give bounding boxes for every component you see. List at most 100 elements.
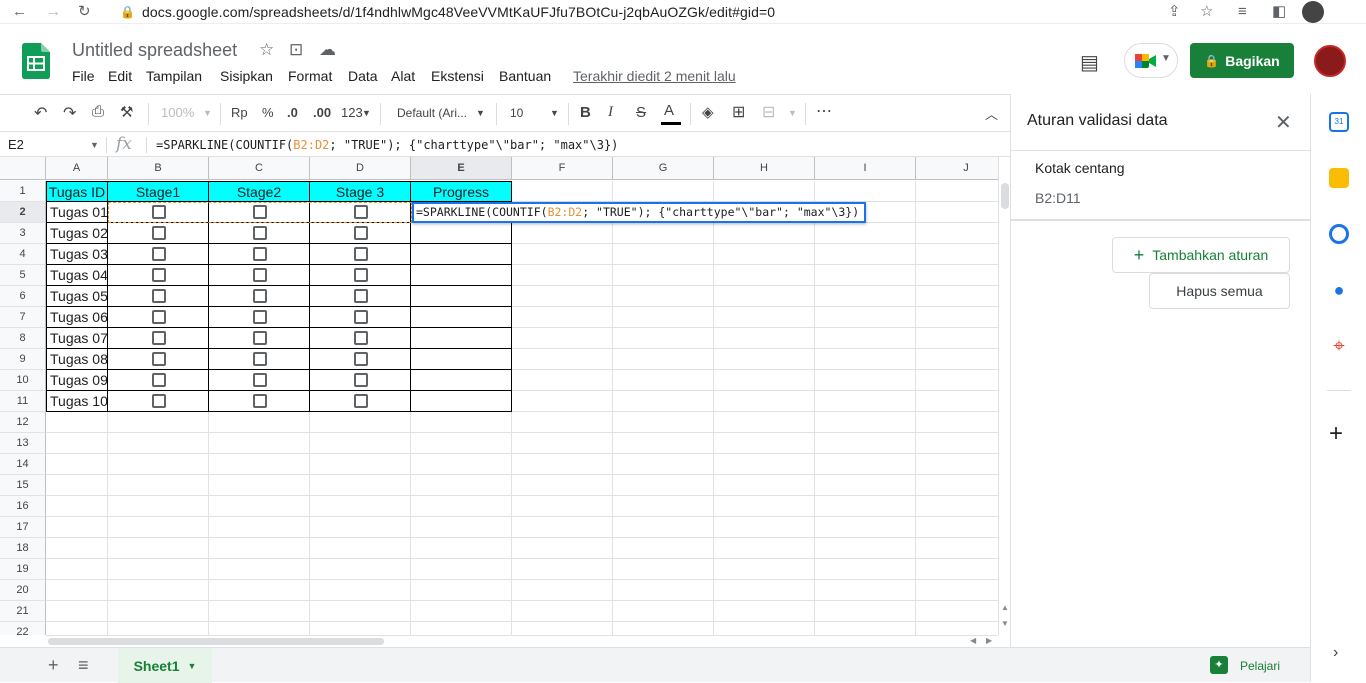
menu-data[interactable]: Data (348, 68, 378, 84)
checkbox[interactable] (152, 394, 166, 408)
cell-b6[interactable] (108, 286, 209, 307)
cell-h13[interactable] (714, 433, 815, 454)
cell-g3[interactable] (613, 223, 714, 244)
font-family-select[interactable]: Default (Ari... (397, 106, 467, 120)
cell-d3[interactable] (310, 223, 411, 244)
number-format-dropdown-icon[interactable]: ▼ (362, 108, 371, 118)
checkbox[interactable] (152, 226, 166, 240)
cell-f3[interactable] (512, 223, 613, 244)
cell-a22[interactable] (46, 622, 108, 635)
cell-b16[interactable] (108, 496, 209, 517)
cell-f1[interactable] (512, 181, 613, 202)
header-cell-c[interactable]: Stage2 (209, 181, 310, 202)
cell-f11[interactable] (512, 391, 613, 412)
borders-icon[interactable]: ⊞ (732, 102, 745, 122)
column-header-i[interactable]: I (815, 157, 916, 180)
menu-tools[interactable]: Alat (391, 68, 415, 84)
progress-cell[interactable] (411, 223, 512, 244)
cell-f7[interactable] (512, 307, 613, 328)
cell-a19[interactable] (46, 559, 108, 580)
menu-format[interactable]: Format (288, 68, 332, 84)
cell-j12[interactable] (916, 412, 998, 433)
cell-j22[interactable] (916, 622, 998, 635)
cell-i16[interactable] (815, 496, 916, 517)
cell-j11[interactable] (916, 391, 998, 412)
cell-i4[interactable] (815, 244, 916, 265)
checkbox[interactable] (253, 289, 267, 303)
row-header-13[interactable]: 13 (0, 433, 46, 454)
cell-i5[interactable] (815, 265, 916, 286)
validation-rule-item[interactable]: Kotak centang B2:D11 (1011, 151, 1311, 219)
cell-h9[interactable] (714, 349, 815, 370)
cell-d7[interactable] (310, 307, 411, 328)
reload-icon[interactable]: ↻ (78, 2, 91, 22)
cell-f22[interactable] (512, 622, 613, 635)
task-id-cell[interactable]: Tugas 08 (46, 349, 108, 370)
row-header-2[interactable]: 2 (0, 202, 46, 223)
cell-d18[interactable] (310, 538, 411, 559)
cell-i6[interactable] (815, 286, 916, 307)
cell-e20[interactable] (411, 580, 512, 601)
cell-i10[interactable] (815, 370, 916, 391)
checkbox[interactable] (354, 226, 368, 240)
forward-icon[interactable]: → (46, 2, 61, 22)
reading-list-icon[interactable]: ≡ (1238, 2, 1247, 22)
cell-editor[interactable]: =SPARKLINE(COUNTIF(B2:D2; "TRUE"); {"cha… (412, 202, 866, 223)
cell-g22[interactable] (613, 622, 714, 635)
cell-g18[interactable] (613, 538, 714, 559)
cell-f13[interactable] (512, 433, 613, 454)
checkbox[interactable] (354, 394, 368, 408)
cell-c4[interactable] (209, 244, 310, 265)
sheets-logo-icon[interactable] (22, 43, 50, 79)
row-header-8[interactable]: 8 (0, 328, 46, 349)
cell-i20[interactable] (815, 580, 916, 601)
cell-j21[interactable] (916, 601, 998, 622)
cell-f15[interactable] (512, 475, 613, 496)
italic-button[interactable]: I (608, 104, 613, 121)
progress-cell[interactable] (411, 286, 512, 307)
cell-h5[interactable] (714, 265, 815, 286)
cell-d19[interactable] (310, 559, 411, 580)
cell-f5[interactable] (512, 265, 613, 286)
currency-format-button[interactable]: Rp (231, 105, 248, 120)
cell-h18[interactable] (714, 538, 815, 559)
cell-e14[interactable] (411, 454, 512, 475)
scroll-right-icon[interactable]: ▶ (986, 636, 992, 645)
cell-b10[interactable] (108, 370, 209, 391)
cell-e18[interactable] (411, 538, 512, 559)
cell-c10[interactable] (209, 370, 310, 391)
progress-cell[interactable] (411, 370, 512, 391)
cell-b13[interactable] (108, 433, 209, 454)
cell-h16[interactable] (714, 496, 815, 517)
header-cell-d[interactable]: Stage 3 (310, 181, 411, 202)
cell-a21[interactable] (46, 601, 108, 622)
column-header-a[interactable]: A (46, 157, 108, 180)
cell-b18[interactable] (108, 538, 209, 559)
cell-g1[interactable] (613, 181, 714, 202)
column-header-f[interactable]: F (512, 157, 613, 180)
cell-g21[interactable] (613, 601, 714, 622)
cell-d9[interactable] (310, 349, 411, 370)
cell-j15[interactable] (916, 475, 998, 496)
checkbox[interactable] (354, 310, 368, 324)
task-id-cell[interactable]: Tugas 05 (46, 286, 108, 307)
cell-a17[interactable] (46, 517, 108, 538)
maps-icon[interactable]: ⌖ (1329, 336, 1349, 356)
row-header-12[interactable]: 12 (0, 412, 46, 433)
row-header-1[interactable]: 1 (0, 181, 46, 202)
cell-f19[interactable] (512, 559, 613, 580)
task-id-cell[interactable]: Tugas 06 (46, 307, 108, 328)
cell-b21[interactable] (108, 601, 209, 622)
row-header-7[interactable]: 7 (0, 307, 46, 328)
cell-i13[interactable] (815, 433, 916, 454)
cell-b15[interactable] (108, 475, 209, 496)
cloud-status-icon[interactable]: ☁ (319, 40, 336, 60)
cell-h6[interactable] (714, 286, 815, 307)
bookmark-star-icon[interactable]: ☆ (1200, 2, 1213, 22)
cell-a13[interactable] (46, 433, 108, 454)
address-bar[interactable]: docs.google.com/spreadsheets/d/1f4ndhlwM… (142, 3, 775, 21)
cell-d8[interactable] (310, 328, 411, 349)
cell-c18[interactable] (209, 538, 310, 559)
cell-j13[interactable] (916, 433, 998, 454)
formula-input[interactable]: =SPARKLINE(COUNTIF(B2:D2; "TRUE"); {"cha… (156, 138, 618, 152)
